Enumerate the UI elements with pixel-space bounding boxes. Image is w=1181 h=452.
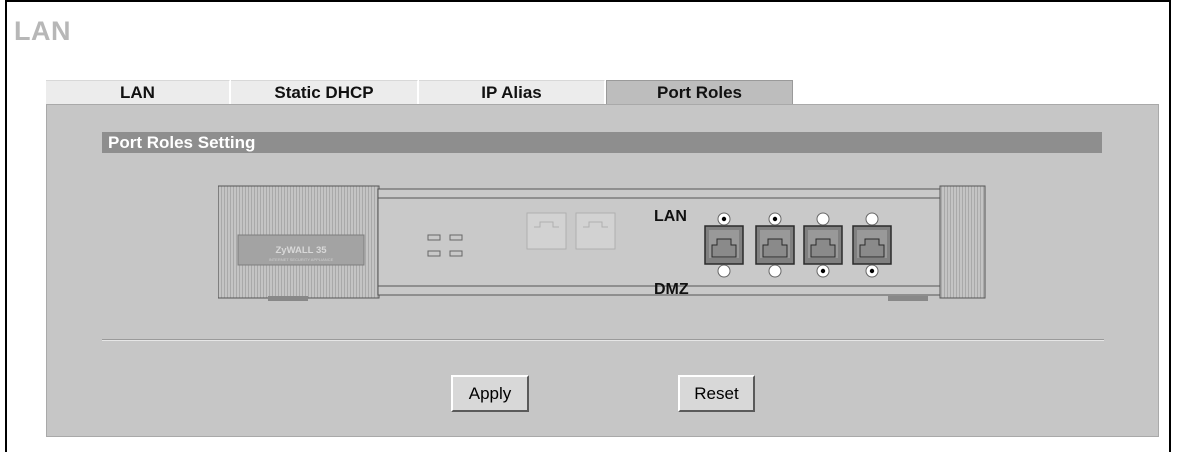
- page-title: LAN: [14, 16, 71, 46]
- port-4-lan-radio[interactable]: [865, 212, 879, 226]
- port-4-dmz-radio[interactable]: [865, 264, 879, 278]
- port-roles-panel: Port Roles Setting ZyWALL 35 INTERNET SE…: [46, 104, 1159, 437]
- port-2-dmz-radio[interactable]: [768, 264, 782, 278]
- port-1-lan-radio[interactable]: [717, 212, 731, 226]
- port-3-dmz-radio[interactable]: [816, 264, 830, 278]
- wan-port-2: [575, 212, 616, 250]
- device-left-cap: [218, 185, 380, 301]
- port-1-dmz-radio[interactable]: [717, 264, 731, 278]
- section-divider: [102, 339, 1104, 341]
- tab-static-dhcp[interactable]: Static DHCP: [231, 80, 418, 104]
- reset-button[interactable]: Reset: [678, 375, 755, 412]
- brand-sub-label: INTERNET SECURITY APPLIANCE: [269, 257, 334, 262]
- apply-button[interactable]: Apply: [451, 375, 529, 412]
- switch-port-3: [803, 225, 843, 265]
- lan-row-label: LAN: [654, 208, 687, 225]
- port-3-lan-radio[interactable]: [816, 212, 830, 226]
- tab-lan[interactable]: LAN: [46, 80, 230, 104]
- brand-label: ZyWALL 35: [275, 245, 327, 256]
- wan-port-1: [526, 212, 567, 250]
- tab-ip-alias[interactable]: IP Alias: [419, 80, 605, 104]
- switch-port-2: [755, 225, 795, 265]
- section-header: Port Roles Setting: [102, 132, 1102, 153]
- switch-port-4: [852, 225, 892, 265]
- device-diagram: ZyWALL 35 INTERNET SECURITY APPLIANCE LA…: [218, 185, 986, 301]
- port-2-lan-radio[interactable]: [768, 212, 782, 226]
- dmz-row-label: DMZ: [654, 281, 689, 298]
- switch-port-1: [704, 225, 744, 265]
- tab-port-roles[interactable]: Port Roles: [606, 80, 793, 104]
